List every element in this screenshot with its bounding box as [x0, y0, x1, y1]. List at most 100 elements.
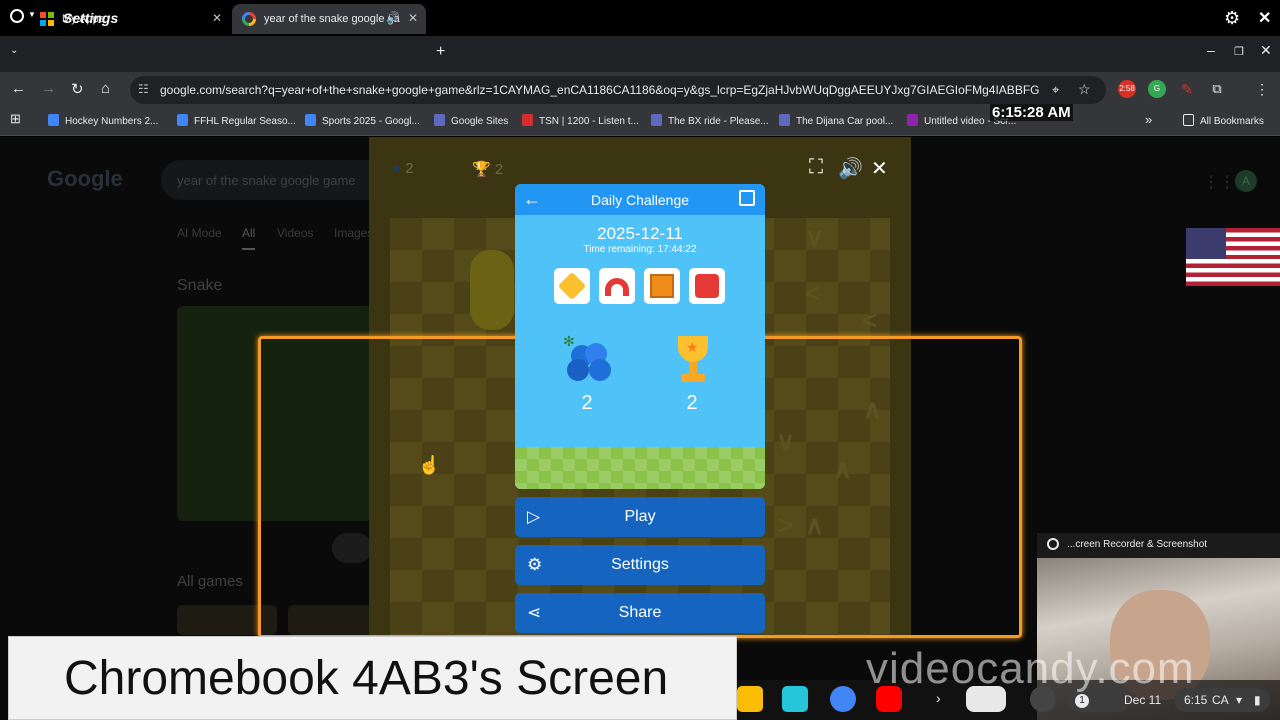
search-query: year of the snake google game: [177, 173, 356, 188]
turn-sign-powerup: [554, 268, 590, 304]
screen-caption: Chromebook 4AB3's Screen: [8, 636, 737, 720]
all-bookmarks[interactable]: All Bookmarks: [1183, 114, 1264, 127]
search-input[interactable]: year of the snake google game: [161, 160, 391, 200]
time-remaining: Time remaining: 17:44:22: [583, 244, 697, 255]
snake-body: [470, 250, 514, 330]
box-powerup: [644, 268, 680, 304]
bookmark-item[interactable]: The Dijana Car pool...: [779, 114, 893, 127]
recorder-icon: [1047, 538, 1059, 550]
more-bookmarks-icon[interactable]: »: [1145, 112, 1152, 127]
accessibility-icon[interactable]: [10, 9, 24, 23]
extensions-icon[interactable]: ⧉: [1208, 80, 1226, 98]
challenge-date: 2025-12-11: [597, 224, 683, 243]
tab-snake-search[interactable]: year of the snake google ga 🔊 ✕: [232, 4, 426, 34]
sound-icon[interactable]: 🔊: [838, 156, 863, 181]
hand-cursor-icon: ☝: [418, 455, 441, 475]
apps-grid-icon[interactable]: ⊞: [10, 111, 21, 127]
avatar[interactable]: A: [1235, 170, 1257, 192]
berry-counter: ● 2: [392, 160, 414, 177]
close-tab-icon[interactable]: ✕: [212, 11, 222, 25]
reload-icon[interactable]: ↻: [71, 80, 84, 98]
folder-icon: [1183, 114, 1194, 126]
gear-icon: ⚙: [527, 555, 543, 574]
fullscreen-icon[interactable]: ⛶: [809, 156, 823, 179]
google-logo[interactable]: Google: [47, 166, 123, 192]
dice-icon: [695, 274, 719, 298]
close-button[interactable]: ✕: [1260, 42, 1272, 59]
gear-icon[interactable]: ⚙: [1224, 8, 1240, 29]
close-game-icon[interactable]: ✕: [871, 156, 888, 181]
trophy-counter: 🏆 2: [472, 161, 504, 178]
bookmark-item[interactable]: The BX ride - Please...: [651, 114, 769, 127]
tab-my-apps[interactable]: My Apps ✕: [30, 4, 230, 34]
apps-grid-icon[interactable]: ⋮⋮: [1203, 172, 1235, 192]
tab-search-button[interactable]: ⌄: [10, 45, 18, 56]
berry-icon: ●: [392, 160, 402, 177]
grass-strip: [515, 447, 765, 489]
close-tab-icon[interactable]: ✕: [408, 11, 418, 25]
settings-button[interactable]: ⚙ Settings: [515, 545, 765, 585]
google-icon: [242, 12, 256, 26]
recorder-title: ...creen Recorder & Screenshot: [1067, 539, 1208, 550]
road-sign-icon: [557, 271, 587, 301]
timer-extension-icon[interactable]: 2:58: [1118, 80, 1136, 98]
snake-heading: Snake: [177, 277, 223, 294]
sites-icon: [651, 114, 662, 126]
filter-all[interactable]: All: [242, 226, 256, 250]
tab-label: year of the snake google ga: [264, 13, 400, 25]
notification-count: 1: [1075, 694, 1089, 708]
bookmark-item[interactable]: FFHL Regular Seaso...: [177, 114, 296, 127]
forward-icon[interactable]: →: [41, 80, 56, 97]
site-info-icon[interactable]: ☷: [138, 82, 149, 96]
trophy-icon: ★: [670, 336, 716, 386]
video-icon: [907, 114, 918, 126]
tab-strip: [0, 36, 1280, 72]
filter-videos[interactable]: Videos: [277, 226, 313, 240]
sites-icon: [434, 114, 445, 126]
magnet-powerup: [599, 268, 635, 304]
battery-icon: ▮: [1254, 693, 1261, 707]
box-icon: [650, 274, 674, 298]
bookmark-item[interactable]: Hockey Numbers 2...: [48, 114, 158, 127]
url-text[interactable]: google.com/search?q=year+of+the+snake+go…: [160, 83, 1040, 97]
all-games-heading: All games: [177, 573, 243, 590]
grammarly-icon[interactable]: G: [1148, 80, 1166, 98]
back-icon[interactable]: ←: [11, 80, 26, 97]
calendar-icon[interactable]: [739, 190, 755, 206]
blueberry-icon: ✻: [563, 333, 613, 385]
watermark: videocandy.com: [866, 644, 1195, 693]
bookmark-star-icon[interactable]: ☆: [1078, 81, 1091, 98]
microsoft-icon: [40, 12, 54, 26]
play-button[interactable]: ▷ Play: [515, 497, 765, 537]
arrow-marker: <: [805, 278, 821, 308]
photos-app-icon[interactable]: [737, 686, 763, 712]
speaker-icon[interactable]: 🔊: [386, 11, 400, 24]
pen-extension-icon[interactable]: ✎: [1178, 80, 1196, 98]
berry-count: 2: [581, 392, 593, 414]
menu-icon[interactable]: ⋮: [1253, 80, 1271, 98]
magnet-icon: [605, 278, 629, 296]
bookmark-item[interactable]: Google Sites: [434, 114, 508, 127]
arrow-marker: <: [862, 305, 878, 335]
close-window-button[interactable]: ✕: [1258, 8, 1271, 28]
new-tab-button[interactable]: +: [436, 43, 445, 61]
minimize-button[interactable]: –: [1207, 42, 1215, 58]
home-icon[interactable]: ⌂: [101, 80, 110, 97]
bookmark-item[interactable]: Sports 2025 - Googl...: [305, 114, 420, 127]
restore-button[interactable]: ❐: [1234, 45, 1244, 58]
wifi-icon: ▾: [1236, 693, 1243, 707]
share-button[interactable]: ⋖ Share: [515, 593, 765, 633]
filter-ai-mode[interactable]: AI Mode: [177, 226, 222, 240]
sites-icon: [779, 114, 790, 126]
play-icon: ▷: [527, 507, 541, 526]
shelf-date[interactable]: Dec 11: [1124, 693, 1161, 707]
location-icon[interactable]: ⌖: [1052, 82, 1059, 98]
time-overlay: 6:15:28 AM: [990, 104, 1073, 121]
arrow-marker: ∨: [805, 222, 825, 252]
clock-app-icon[interactable]: [830, 686, 856, 712]
tsn-icon: [522, 114, 533, 126]
filter-images[interactable]: Images: [334, 226, 373, 240]
app-icon[interactable]: [782, 686, 808, 712]
bookmark-item[interactable]: TSN | 1200 - Listen t...: [522, 114, 639, 127]
dice-powerup: [689, 268, 725, 304]
